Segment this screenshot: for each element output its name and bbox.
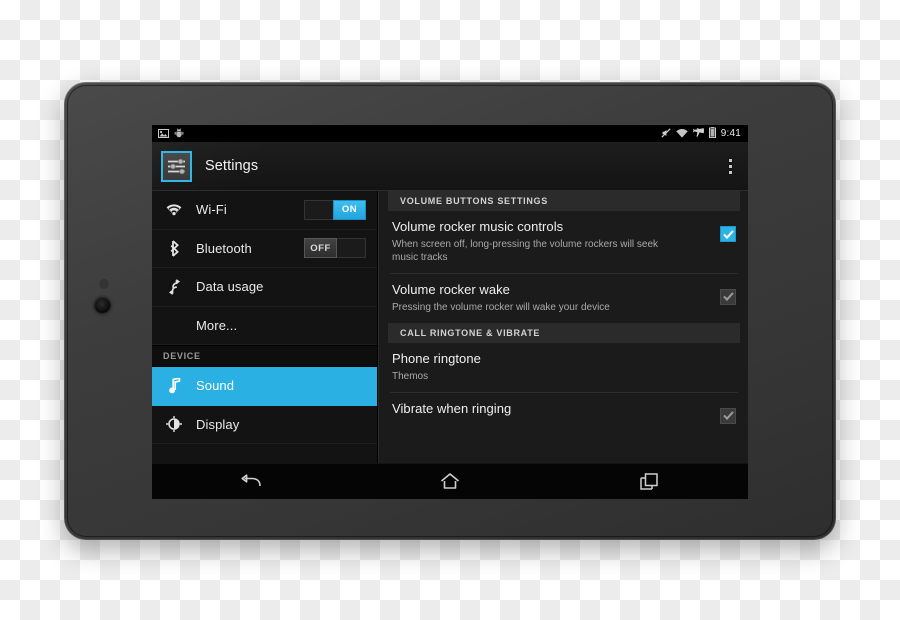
pref-title: Vibrate when ringing (392, 400, 512, 416)
sidebar-item-wifi[interactable]: Wi-Fi ON (152, 191, 377, 230)
status-bar: 9:41 (152, 125, 748, 142)
back-arrow-icon[interactable] (221, 464, 281, 500)
sidebar-item-label: Data usage (196, 279, 264, 295)
sidebar-section-header-device: DEVICE (152, 345, 377, 367)
checkbox-volume-rocker-music-controls[interactable] (720, 226, 736, 242)
pref-title: Volume rocker music controls (392, 219, 564, 234)
switch-knob-label: OFF (304, 238, 337, 259)
settings-body: Wi-Fi ON Bluetooth OFF Data usage More..… (152, 191, 748, 463)
section-header-volume-buttons: VOLUME BUTTONS SETTINGS (388, 191, 740, 211)
overflow-dot (729, 164, 732, 168)
pref-volume-rocker-wake[interactable]: Volume rocker wake Pressing the volume r… (380, 274, 748, 323)
front-camera (94, 297, 111, 314)
data-usage-icon (163, 278, 185, 295)
page-title: Settings (205, 158, 259, 174)
pref-text: Volume rocker wake Pressing the volume r… (392, 281, 706, 314)
overflow-dot (729, 158, 732, 162)
pref-text: Volume rocker music controls When screen… (392, 219, 706, 264)
airplane-mode-icon (692, 125, 704, 143)
sidebar-item-label: Sound (196, 378, 235, 394)
recent-apps-icon[interactable] (619, 464, 679, 500)
wifi-toggle-switch[interactable]: ON (304, 199, 366, 220)
bluetooth-toggle-switch[interactable]: OFF (304, 238, 366, 259)
settings-sidebar: Wi-Fi ON Bluetooth OFF Data usage More..… (152, 191, 378, 463)
pref-title: Phone ringtone (392, 350, 481, 366)
status-bar-system-icons: 9:41 (661, 125, 741, 143)
sidebar-item-more[interactable]: More... (152, 307, 377, 345)
action-bar: Settings (152, 142, 748, 191)
pref-text: Phone ringtone Themos (392, 350, 736, 383)
pref-subtitle: Themos (392, 370, 429, 382)
sensor-dot (99, 279, 109, 289)
system-navigation-bar (152, 463, 748, 499)
sidebar-item-label: More... (196, 317, 238, 333)
settings-detail-panel: VOLUME BUTTONS SETTINGS Volume rocker mu… (378, 191, 748, 463)
status-bar-clock: 9:41 (720, 127, 741, 139)
sidebar-item-label: Wi-Fi (196, 202, 227, 218)
battery-icon (708, 125, 716, 143)
sidebar-item-sound[interactable]: Sound (152, 367, 377, 406)
sidebar-item-label: Display (196, 416, 240, 432)
settings-sliders-icon[interactable] (161, 150, 192, 182)
pref-text: Vibrate when ringing (392, 400, 706, 417)
checkbox-volume-rocker-wake[interactable] (720, 288, 736, 305)
bluetooth-icon (163, 240, 185, 257)
pref-title: Volume rocker wake (392, 281, 510, 297)
pref-phone-ringtone[interactable]: Phone ringtone Themos (380, 343, 748, 392)
section-header-call-ringtone: CALL RINGTONE & VIBRATE (388, 322, 740, 343)
pref-vibrate-when-ringing[interactable]: Vibrate when ringing (380, 393, 748, 433)
switch-knob-label: ON (333, 199, 366, 220)
wifi-icon (163, 204, 185, 216)
page-canvas: 9:41 Settings Wi-Fi ON Bluetooth OFF Dat… (0, 0, 900, 620)
screenshot-image-icon (158, 125, 169, 143)
status-bar-notifications (158, 125, 184, 143)
android-tablet-device: 9:41 Settings Wi-Fi ON Bluetooth OFF Dat… (64, 82, 836, 540)
wifi-icon (676, 125, 688, 143)
sidebar-item-label: Bluetooth (196, 240, 252, 256)
music-note-icon (163, 377, 185, 394)
pref-subtitle: Pressing the volume rocker will wake you… (392, 301, 610, 313)
android-bug-icon (174, 125, 184, 143)
home-icon[interactable] (420, 464, 480, 500)
sidebar-item-data-usage[interactable]: Data usage (152, 268, 377, 307)
sidebar-item-bluetooth[interactable]: Bluetooth OFF (152, 230, 377, 268)
pref-subtitle: When screen off, long-pressing the volum… (392, 238, 659, 263)
checkbox-vibrate-when-ringing[interactable] (720, 407, 736, 424)
pref-volume-rocker-music-controls[interactable]: Volume rocker music controls When screen… (380, 211, 748, 273)
mute-icon (661, 125, 671, 143)
sidebar-item-display[interactable]: Display (152, 406, 377, 444)
tablet-screen: 9:41 Settings Wi-Fi ON Bluetooth OFF Dat… (152, 125, 748, 499)
overflow-dot (729, 170, 732, 174)
brightness-icon (163, 416, 185, 433)
overflow-menu-button[interactable] (723, 153, 738, 180)
